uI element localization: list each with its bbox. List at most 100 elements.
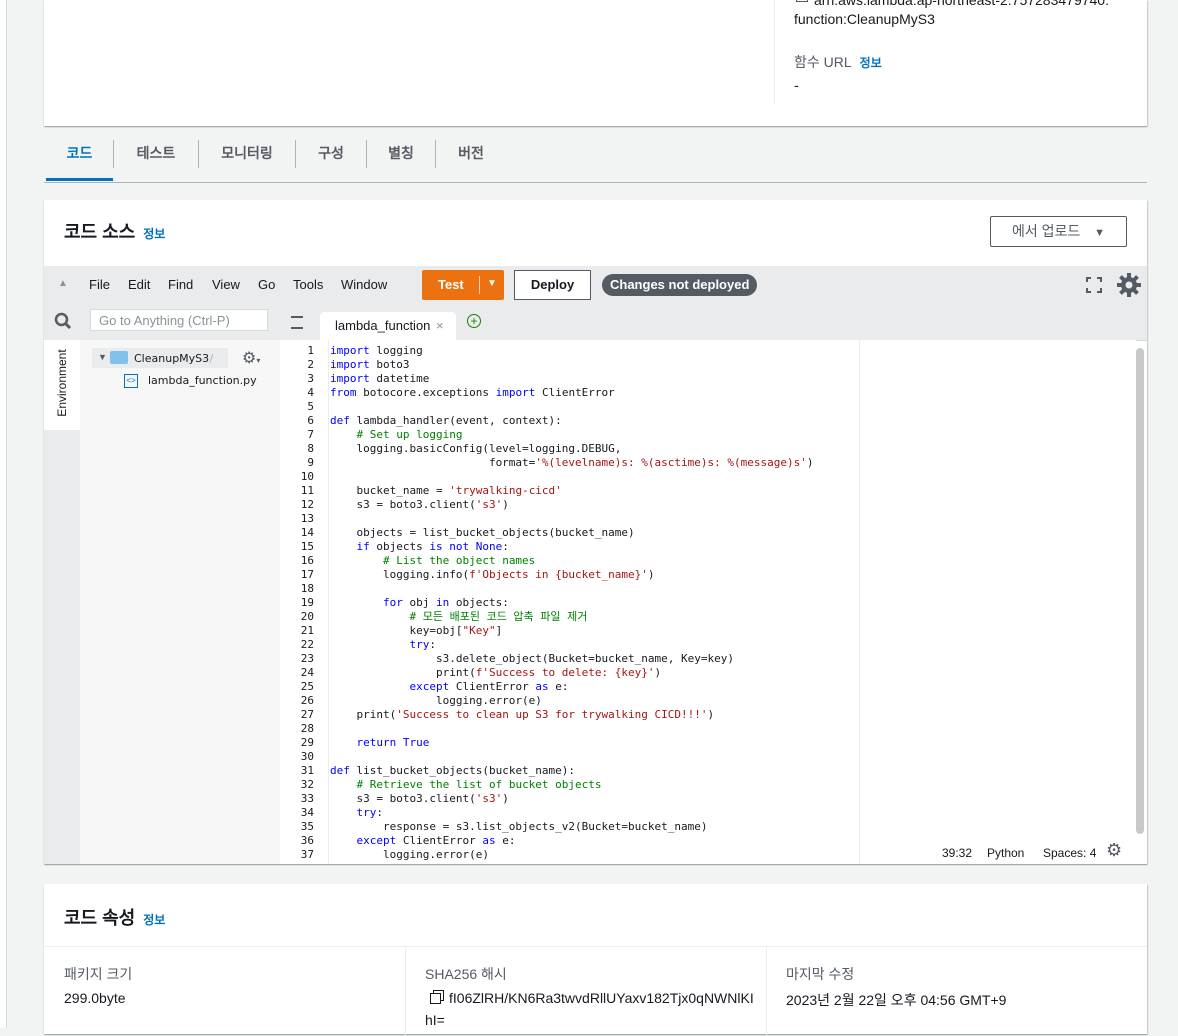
environment-tab[interactable]: Environment: [44, 340, 80, 430]
fullscreen-icon[interactable]: [1085, 276, 1103, 294]
function-arn-line1: arn:aws:lambda:ap-northeast-2:7572834797…: [814, 0, 1109, 8]
column-divider: [405, 946, 406, 1036]
line-number: 23: [300, 652, 314, 665]
code-line: format='%(levelname)s: %(asctime)s: %(me…: [330, 456, 814, 469]
tab-list-icon[interactable]: [291, 316, 303, 329]
file-row[interactable]: <> lambda_function.py: [124, 372, 264, 390]
line-number: 28: [300, 722, 314, 735]
line-number: 31: [300, 764, 314, 777]
gear-icon[interactable]: ⚙▾: [242, 348, 260, 368]
line-number: 12: [300, 498, 314, 511]
package-size-label: 패키지 크기: [64, 966, 133, 982]
code-line: # List the object names: [382, 554, 536, 567]
line-number: 22: [300, 638, 314, 651]
line-number: 26: [300, 694, 314, 707]
code-line: bucket_name = 'trywalking-cicd': [330, 484, 562, 497]
line-number: 14: [300, 526, 314, 539]
line-number: 25: [300, 680, 314, 693]
changes-not-deployed-badge: Changes not deployed: [602, 274, 758, 296]
environment-label: Environment: [55, 349, 69, 417]
language-mode[interactable]: Python: [987, 846, 1024, 860]
code-properties-info-link[interactable]: 정보: [143, 913, 165, 927]
collapse-up-icon[interactable]: ▲: [58, 278, 68, 289]
environment-sidebar: Environment: [44, 340, 81, 864]
menu-window[interactable]: Window: [341, 277, 387, 292]
editor-tab-row: lambda_function × +: [280, 304, 1147, 341]
menu-file[interactable]: File: [89, 277, 110, 292]
code-line: def lambda_handler(event, context):: [330, 414, 562, 427]
package-size-value: 299.0byte: [64, 990, 126, 1006]
code-line: if objects is not None:: [356, 540, 509, 553]
menu-go[interactable]: Go: [258, 277, 275, 292]
file-tree: ▼ CleanupMyS3 - / ⚙▾ <> lambda_function.…: [80, 340, 281, 864]
tab-configuration[interactable]: 구성: [296, 128, 366, 180]
file-name: lambda_function.py: [148, 374, 257, 387]
folder-icon: [110, 351, 128, 364]
line-number: 15: [300, 540, 314, 553]
divider: [44, 946, 1147, 947]
folder-row[interactable]: ▼ CleanupMyS3 - /: [92, 348, 228, 368]
editor-scrollbar[interactable]: [1136, 348, 1144, 834]
line-number: 13: [300, 512, 314, 525]
line-number: 34: [300, 806, 314, 819]
code-file-icon: <>: [124, 374, 138, 388]
function-url-value: -: [794, 77, 799, 93]
menu-edit[interactable]: Edit: [128, 277, 150, 292]
test-button[interactable]: Test ▼: [422, 270, 504, 300]
left-rail: [0, 0, 7, 1028]
gear-icon[interactable]: [1116, 272, 1142, 298]
line-number: 10: [300, 470, 314, 483]
code-line: response = s3.list_objects_v2(Bucket=buc…: [330, 820, 708, 833]
tab-versions[interactable]: 버전: [436, 128, 506, 180]
code-line: # Retrieve the list of bucket objects: [356, 778, 602, 791]
code-line: def list_bucket_objects(bucket_name):: [330, 764, 576, 777]
last-modified-label: 마지막 수정: [786, 966, 855, 982]
line-number: 24: [300, 666, 314, 679]
file-tab-label: lambda_function: [335, 318, 431, 333]
indent-spaces[interactable]: Spaces: 4: [1043, 846, 1096, 860]
menu-view[interactable]: View: [212, 277, 240, 292]
tab-test[interactable]: 테스트: [114, 128, 198, 180]
copy-icon[interactable]: [430, 993, 441, 1004]
tab-code[interactable]: 코드: [46, 128, 113, 181]
copy-icon[interactable]: [796, 0, 808, 2]
line-number: 5: [307, 400, 314, 413]
close-icon[interactable]: ×: [436, 318, 444, 333]
gear-icon[interactable]: ⚙: [1106, 840, 1122, 861]
test-button-label: Test: [438, 277, 464, 292]
menu-find[interactable]: Find: [168, 277, 193, 292]
code-line: print('Success to clean up S3 for trywal…: [330, 708, 715, 721]
sha256-label: SHA256 해시: [425, 966, 507, 982]
upload-from-button[interactable]: 에서 업로드 ▼: [990, 216, 1127, 247]
add-tab-icon[interactable]: +: [467, 314, 481, 328]
code-source-info-link[interactable]: 정보: [143, 227, 165, 241]
line-number: 30: [300, 750, 314, 763]
deploy-button[interactable]: Deploy: [514, 270, 591, 300]
caret-down-icon[interactable]: ▼: [487, 278, 497, 289]
code-line: import datetime: [330, 372, 430, 385]
function-url-label: 함수 URL: [794, 54, 852, 70]
code-properties-panel: 코드 속성 정보 패키지 크기 299.0byte SHA256 해시 fI06Z…: [44, 884, 1147, 1036]
function-url-info-link[interactable]: 정보: [860, 56, 882, 70]
ide-menu-bar: ▲ File Edit Find View Go Tools Window Te…: [44, 266, 1147, 305]
tab-monitoring[interactable]: 모니터링: [199, 128, 295, 180]
menu-tools[interactable]: Tools: [293, 277, 323, 292]
line-number: 4: [307, 386, 314, 399]
search-icon[interactable]: [54, 312, 72, 330]
search-input[interactable]: Go to Anything (Ctrl-P): [90, 309, 268, 331]
code-line: try:: [409, 638, 436, 651]
line-number: 21: [300, 624, 314, 637]
function-overview-panel: arn:aws:lambda:ap-northeast-2:7572834797…: [44, 0, 1147, 126]
code-line: import boto3: [330, 358, 410, 371]
tab-aliases[interactable]: 별칭: [367, 128, 435, 180]
sha256-value-cont: hI=: [425, 1012, 445, 1028]
line-number: 27: [300, 708, 314, 721]
print-margin: [859, 340, 860, 864]
code-line: logging.error(e): [330, 694, 542, 707]
line-number: 6: [307, 414, 314, 427]
file-tab-lambda-function[interactable]: lambda_function ×: [320, 312, 456, 340]
code-editor[interactable]: 1 2 3 4 5 6 7 8 9 10 11 12 13 14 15 16 17 18 19 20 21 22 23 24 2…: [280, 340, 1136, 864]
line-number: 20: [300, 610, 314, 623]
code-line: except ClientError as e:: [356, 834, 516, 847]
line-number: 8: [307, 442, 314, 455]
